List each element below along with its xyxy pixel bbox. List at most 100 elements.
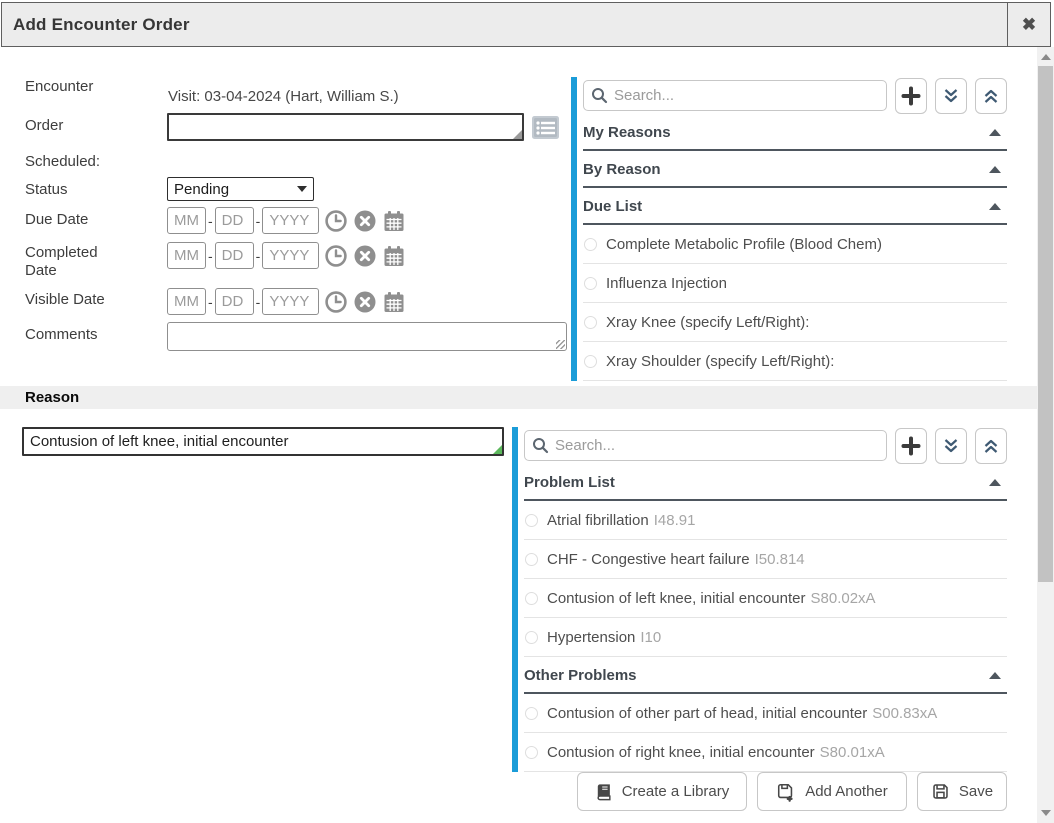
collapse-all-button[interactable] (975, 78, 1007, 114)
add-problem-button[interactable] (895, 428, 927, 464)
plus-icon (901, 436, 921, 456)
order-list-picker-button[interactable] (531, 115, 560, 140)
collapse-caret-icon[interactable] (989, 479, 1001, 486)
radio-icon[interactable] (584, 238, 597, 251)
clear-date-icon[interactable] (353, 244, 377, 268)
collapse-caret-icon[interactable] (989, 672, 1001, 679)
date-separator: - (208, 248, 213, 264)
add-reason-button[interactable] (895, 78, 927, 114)
calendar-icon[interactable] (382, 244, 406, 268)
other-problems-section-header[interactable]: Other Problems (524, 657, 1007, 694)
collapse-caret-icon[interactable] (989, 129, 1001, 136)
visible-day-input[interactable] (215, 288, 254, 315)
problems-search-box (524, 430, 887, 461)
save-icon (931, 782, 950, 801)
save-button[interactable]: Save (917, 772, 1007, 811)
comments-label: Comments (25, 326, 98, 343)
button-label: Save (959, 783, 993, 800)
radio-icon[interactable] (525, 592, 538, 605)
problem-name: Contusion of left knee, initial encounte… (547, 590, 806, 607)
encounter-value: Visit: 03-04-2024 (Hart, William S.) (168, 88, 399, 105)
problem-list-section-header[interactable]: Problem List (524, 464, 1007, 501)
order-input[interactable] (167, 113, 524, 141)
by-reason-section-header[interactable]: By Reason (583, 151, 1007, 188)
due-list: Complete Metabolic Profile (Blood Chem) … (583, 225, 1007, 381)
date-separator: - (208, 294, 213, 310)
scroll-up-icon[interactable] (1041, 54, 1051, 60)
problem-list-item[interactable]: Contusion of other part of head, initial… (524, 694, 1007, 733)
collapse-caret-icon[interactable] (989, 203, 1001, 210)
completed-year-input[interactable] (262, 242, 319, 269)
vertical-scrollbar[interactable] (1037, 47, 1054, 823)
due-list-section-header[interactable]: Due List (583, 188, 1007, 225)
scrollbar-thumb[interactable] (1038, 66, 1053, 582)
visible-date-label: Visible Date (25, 291, 105, 308)
problem-list-item[interactable]: Hypertension I10 (524, 618, 1007, 657)
dialog-title: Add Encounter Order (2, 15, 190, 35)
radio-icon[interactable] (525, 746, 538, 759)
problem-list-item[interactable]: Contusion of left knee, initial encounte… (524, 579, 1007, 618)
create-library-button[interactable]: Create a Library (577, 772, 747, 811)
clock-icon[interactable] (324, 290, 348, 314)
encounter-label: Encounter (25, 78, 93, 95)
add-encounter-order-dialog: Add Encounter Order ✖ Encounter Order Sc… (0, 0, 1054, 823)
expand-all-button[interactable] (935, 78, 967, 114)
completed-date-label: Completed Date (25, 244, 117, 280)
due-list-item[interactable]: Xray Shoulder (specify Left/Right): (583, 342, 1007, 381)
add-another-button[interactable]: Add Another (757, 772, 907, 811)
section-title: Due List (583, 198, 642, 215)
resize-handle-icon[interactable] (513, 130, 522, 139)
collapse-caret-icon[interactable] (989, 166, 1001, 173)
completed-month-input[interactable] (167, 242, 206, 269)
problems-search-input[interactable] (524, 430, 887, 461)
due-list-item[interactable]: Complete Metabolic Profile (Blood Chem) (583, 225, 1007, 264)
due-day-input[interactable] (215, 207, 254, 234)
reason-input[interactable] (22, 427, 504, 456)
clock-icon[interactable] (324, 244, 348, 268)
collapse-all-button[interactable] (975, 428, 1007, 464)
scroll-down-icon[interactable] (1041, 810, 1051, 816)
problem-list-item[interactable]: Contusion of right knee, initial encount… (524, 733, 1007, 772)
clear-date-icon[interactable] (353, 290, 377, 314)
problem-name: CHF - Congestive heart failure (547, 551, 750, 568)
visible-month-input[interactable] (167, 288, 206, 315)
calendar-icon[interactable] (382, 290, 406, 314)
list-icon (531, 115, 560, 140)
problem-list-item[interactable]: Atrial fibrillation I48.91 (524, 501, 1007, 540)
due-month-input[interactable] (167, 207, 206, 234)
calendar-icon[interactable] (382, 209, 406, 233)
clear-date-icon[interactable] (353, 209, 377, 233)
problem-code: S80.01xA (820, 744, 885, 761)
radio-icon[interactable] (525, 707, 538, 720)
comments-textarea[interactable] (167, 322, 567, 351)
reasons-search-input[interactable] (583, 80, 887, 111)
double-chevron-up-icon (982, 437, 1000, 455)
plus-icon (901, 86, 921, 106)
radio-icon[interactable] (525, 514, 538, 527)
radio-icon[interactable] (525, 553, 538, 566)
resize-handle-icon[interactable] (556, 340, 565, 349)
button-label: Create a Library (622, 783, 730, 800)
problem-name: Hypertension (547, 629, 635, 646)
my-reasons-section-header[interactable]: My Reasons (583, 114, 1007, 151)
visible-year-input[interactable] (262, 288, 319, 315)
due-list-item[interactable]: Xray Knee (specify Left/Right): (583, 303, 1007, 342)
radio-icon[interactable] (525, 631, 538, 644)
section-title: My Reasons (583, 124, 671, 141)
due-list-item[interactable]: Influenza Injection (583, 264, 1007, 303)
radio-icon[interactable] (584, 277, 597, 290)
order-field-wrap (167, 113, 524, 141)
due-year-input[interactable] (262, 207, 319, 234)
radio-icon[interactable] (584, 355, 597, 368)
clock-icon[interactable] (324, 209, 348, 233)
dialog-header: Add Encounter Order ✖ (1, 2, 1051, 47)
resize-handle-icon[interactable] (493, 445, 502, 454)
radio-icon[interactable] (584, 316, 597, 329)
expand-all-button[interactable] (935, 428, 967, 464)
problem-list-item[interactable]: CHF - Congestive heart failure I50.814 (524, 540, 1007, 579)
reason-field-wrap (22, 427, 504, 456)
close-button[interactable]: ✖ (1007, 3, 1050, 46)
status-select[interactable]: Pending (167, 177, 314, 201)
completed-day-input[interactable] (215, 242, 254, 269)
book-icon (595, 783, 613, 801)
